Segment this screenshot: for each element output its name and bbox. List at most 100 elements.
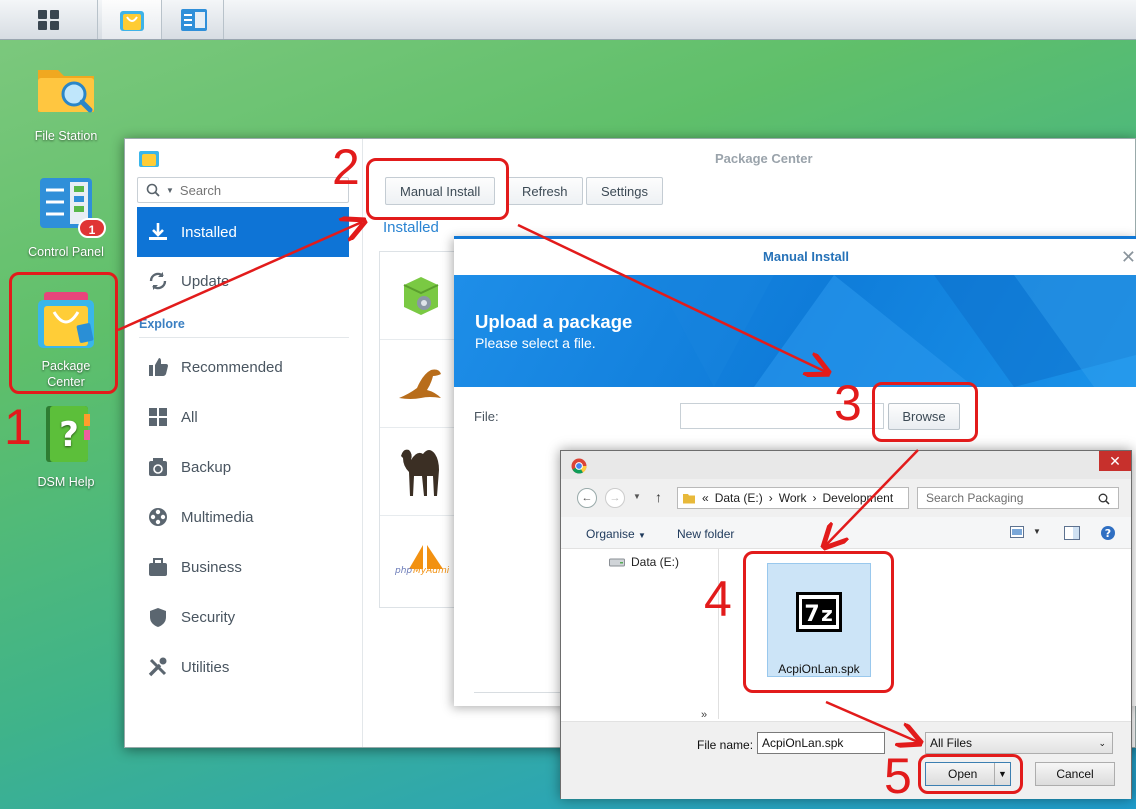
desktop-dsm-help[interactable]: ? DSM Help xyxy=(11,404,121,490)
nav-backup[interactable]: Backup xyxy=(137,449,349,485)
forward-button[interactable]: → xyxy=(605,488,625,508)
dialog-toolbar: Organise ▼ New folder ▼ ? xyxy=(561,517,1131,549)
upload-banner: Upload a package Please select a file. xyxy=(454,275,1136,387)
file-type-select[interactable]: All Files ⌄ xyxy=(925,732,1113,754)
file-name-label: File name: xyxy=(697,738,754,752)
list-item[interactable] xyxy=(380,252,462,340)
window-title: Package Center xyxy=(715,151,813,166)
address-row: ← → ▼ ↑ « Data (E:) › Work › Development… xyxy=(561,479,1131,517)
chevron-down-icon: ▼ xyxy=(166,185,174,195)
banner-title: Upload a package xyxy=(475,311,633,332)
shield-icon xyxy=(147,606,169,628)
recent-dropdown-icon[interactable]: ▼ xyxy=(633,492,641,501)
explore-heading: Explore xyxy=(139,317,185,331)
taskbar-control-panel[interactable] xyxy=(164,0,224,39)
main-menu-button[interactable] xyxy=(0,0,98,39)
navigation-pane: Data (E:) » xyxy=(567,549,719,721)
download-icon xyxy=(147,221,169,243)
list-item[interactable] xyxy=(380,340,462,428)
file-path-field[interactable] xyxy=(680,403,884,429)
dialog-bottom: File name: AcpiOnLan.spk All Files ⌄ Ope… xyxy=(561,721,1131,799)
file-name-input[interactable]: AcpiOnLan.spk xyxy=(757,732,885,754)
list-item[interactable] xyxy=(380,428,462,516)
address-bar[interactable]: « Data (E:) › Work › Development xyxy=(677,487,909,509)
desktop-control-panel[interactable]: 1 Control Panel xyxy=(11,174,121,260)
nav-all[interactable]: All xyxy=(137,399,349,435)
nav-utilities[interactable]: Utilities xyxy=(137,649,349,685)
nav-business[interactable]: Business xyxy=(137,549,349,585)
nav-installed[interactable]: Installed xyxy=(137,207,349,257)
briefcase-icon xyxy=(147,556,169,578)
package-list: php MyAdmin xyxy=(379,251,463,608)
open-dropdown-icon[interactable]: ▼ xyxy=(994,763,1010,785)
control-panel-icon: 1 xyxy=(34,174,106,238)
search-box[interactable]: ▼ xyxy=(137,177,349,203)
sidebar: ▼ Installed Update Explore Recommended xyxy=(125,139,363,747)
chrome-icon xyxy=(571,458,587,474)
svg-text:?: ? xyxy=(1105,527,1111,540)
taskbar xyxy=(0,0,1136,40)
package-center-icon xyxy=(119,10,144,31)
close-button[interactable]: ✕ xyxy=(1099,451,1131,471)
preview-pane-icon[interactable] xyxy=(1064,526,1080,540)
dialog-title: Manual Install xyxy=(763,249,849,264)
7zip-file-icon: 7 z xyxy=(796,592,842,632)
file-name-label: AcpiOnLan.spk xyxy=(778,662,860,676)
grid-icon xyxy=(147,406,169,428)
svg-text:z: z xyxy=(821,602,833,626)
banner-subtitle: Please select a file. xyxy=(475,335,596,351)
desktop-file-station[interactable]: File Station xyxy=(11,58,121,144)
browse-button[interactable]: Browse xyxy=(888,403,960,430)
chevron-down-icon: ▼ xyxy=(638,531,646,540)
section-heading: Installed xyxy=(383,219,439,236)
up-arrow-icon[interactable]: ↑ xyxy=(655,489,662,505)
help-icon[interactable]: ? xyxy=(1100,525,1116,541)
chevron-down-icon: ⌄ xyxy=(1098,738,1106,748)
desktop-package-center[interactable]: Package Center xyxy=(11,288,121,390)
open-button[interactable]: Open ▼ xyxy=(925,762,1011,786)
sea-lion-icon xyxy=(399,369,441,399)
search-icon xyxy=(1098,493,1110,505)
dialog-titlebar: ✕ xyxy=(561,451,1131,479)
manual-install-button[interactable]: Manual Install xyxy=(385,177,496,205)
camel-icon xyxy=(401,449,439,496)
svg-text:?: ? xyxy=(59,415,79,455)
divider xyxy=(139,337,349,338)
phpmyadmin-icon: php MyAdmin xyxy=(394,545,449,576)
view-options-icon[interactable] xyxy=(1010,526,1024,538)
back-button[interactable]: ← xyxy=(577,488,597,508)
cancel-button[interactable]: Cancel xyxy=(1035,762,1115,786)
svg-text:7: 7 xyxy=(804,602,819,627)
organise-menu[interactable]: Organise ▼ xyxy=(586,527,646,541)
taskbar-package-center[interactable] xyxy=(102,0,162,39)
notification-badge: 1 xyxy=(78,218,106,238)
backup-icon xyxy=(147,456,169,478)
svg-text:MyAdmin: MyAdmin xyxy=(413,566,449,576)
package-icon xyxy=(403,276,439,315)
search-icon xyxy=(146,183,160,197)
file-station-icon xyxy=(34,58,98,122)
file-list-pane: 7 z AcpiOnLan.spk xyxy=(721,549,1131,719)
nav-security[interactable]: Security xyxy=(137,599,349,635)
thumbs-up-icon xyxy=(147,356,169,378)
folder-icon xyxy=(683,494,695,504)
nav-recommended[interactable]: Recommended xyxy=(137,349,349,385)
settings-button[interactable]: Settings xyxy=(586,177,663,205)
open-file-dialog: ✕ ← → ▼ ↑ « Data (E:) › Work › Developme… xyxy=(560,450,1132,799)
chevron-down-icon[interactable]: ▼ xyxy=(1033,527,1041,536)
grid-icon xyxy=(37,9,59,30)
tools-icon xyxy=(147,656,169,678)
close-icon[interactable]: ✕ xyxy=(1121,247,1136,268)
refresh-button[interactable]: Refresh xyxy=(507,177,583,205)
nav-update[interactable]: Update xyxy=(137,263,349,299)
package-center-icon xyxy=(34,288,98,352)
new-folder-button[interactable]: New folder xyxy=(677,527,734,541)
search-input[interactable] xyxy=(179,182,330,198)
search-field[interactable]: Search Packaging xyxy=(917,487,1119,509)
list-item[interactable]: php MyAdmin xyxy=(380,516,462,604)
nav-multimedia[interactable]: Multimedia xyxy=(137,499,349,535)
scroll-arrow-icon[interactable]: » xyxy=(701,709,707,721)
tree-item-drive[interactable]: Data (E:) xyxy=(609,555,679,569)
package-center-small-icon xyxy=(139,151,159,167)
file-item-acpionlan[interactable]: 7 z AcpiOnLan.spk xyxy=(767,563,871,677)
